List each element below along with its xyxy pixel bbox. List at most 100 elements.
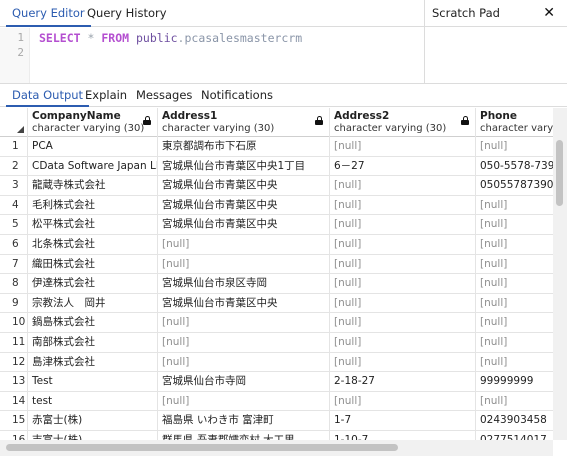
table-cell[interactable]: [null] [158, 391, 330, 412]
table-cell[interactable]: 0277514017 [476, 431, 553, 440]
table-cell[interactable]: 0243903458 [476, 411, 553, 431]
table-cell[interactable]: 宮城県仙台市泉区寺岡 [158, 274, 330, 294]
table-cell[interactable]: 織田株式会社 [28, 254, 158, 275]
table-cell[interactable]: 宮城県仙台市青葉区中央1丁目 [158, 156, 330, 177]
table-row[interactable]: 9 宗教法人 岡井 宮城県仙台市青葉区中央 [null] [null] [0, 293, 553, 314]
table-cell[interactable]: 赤富士(株) [28, 411, 158, 431]
table-cell[interactable]: [null] [330, 215, 476, 235]
vertical-scroll-thumb[interactable] [556, 140, 563, 206]
table-cell[interactable]: 鍋島株式会社 [28, 313, 158, 333]
table-cell[interactable]: [null] [476, 353, 553, 373]
table-cell[interactable]: [null] [330, 274, 476, 294]
column-header-address2[interactable]: Address2 character varying (30) [330, 108, 476, 137]
table-cell[interactable]: [null] [330, 352, 476, 373]
tab-notifications[interactable]: Notifications [195, 84, 279, 107]
table-cell[interactable]: [null] [330, 293, 476, 314]
table-cell[interactable]: PCA [28, 137, 158, 157]
row-number[interactable]: 1 [0, 137, 28, 157]
row-number-header[interactable] [0, 108, 28, 137]
table-cell[interactable]: [null] [476, 196, 553, 216]
table-cell[interactable]: 東京都調布市下石原 [158, 137, 330, 157]
table-cell[interactable]: [null] [158, 235, 330, 255]
table-cell[interactable]: 1-7 [330, 411, 476, 431]
table-cell[interactable]: [null] [158, 254, 330, 275]
table-cell[interactable]: [null] [476, 392, 553, 412]
table-cell[interactable]: [null] [330, 137, 476, 157]
table-cell[interactable]: [null] [330, 391, 476, 412]
table-cell[interactable]: [null] [330, 313, 476, 333]
table-cell[interactable]: 北条株式会社 [28, 235, 158, 255]
table-cell[interactable]: [null] [476, 215, 553, 235]
table-cell[interactable]: [null] [476, 313, 553, 333]
table-cell[interactable]: test [28, 391, 158, 412]
horizontal-scroll-thumb[interactable] [6, 444, 398, 451]
table-row[interactable]: 2 CData Software Japan LLC 宮城県仙台市青葉区中央1丁目 6… [0, 156, 553, 177]
table-row[interactable]: 3 龍蔵寺株式会社 宮城県仙台市青葉区中央 [null] 05055787390 [0, 176, 553, 196]
row-number[interactable]: 15 [0, 411, 28, 431]
table-cell[interactable]: 毛利株式会社 [28, 195, 158, 216]
table-cell[interactable]: Test [28, 372, 158, 392]
row-number[interactable]: 2 [0, 156, 28, 177]
table-row[interactable]: 10 鍋島株式会社 [null] [null] [null] [0, 313, 553, 333]
row-number[interactable]: 3 [0, 176, 28, 196]
table-cell[interactable]: [null] [330, 235, 476, 255]
table-cell[interactable]: [null] [158, 333, 330, 353]
tab-messages[interactable]: Messages [130, 84, 198, 107]
row-number[interactable]: 16 [0, 431, 28, 440]
tab-query-history[interactable]: Query History [82, 0, 172, 27]
table-row[interactable]: 6 北条株式会社 [null] [null] [null] [0, 235, 553, 255]
table-row[interactable]: 16 吉富士(株) 群馬県 吾妻郡嬬恋村 大工里 1-10-7 0277514017 [0, 431, 553, 440]
row-number[interactable]: 10 [0, 313, 28, 333]
table-cell[interactable]: 龍蔵寺株式会社 [28, 176, 158, 196]
table-cell[interactable]: [null] [330, 195, 476, 216]
table-row[interactable]: 13 Test 宮城県仙台市寺岡 2-18-27 99999999 [0, 372, 553, 392]
sql-editor[interactable]: 1 2 SELECT * FROM public.pcasalesmasterc… [0, 28, 424, 83]
table-cell[interactable]: 99999999 [476, 372, 553, 392]
table-cell[interactable]: 2-18-27 [330, 372, 476, 392]
column-header-phone[interactable]: Phone character varying (30) [476, 108, 553, 137]
table-cell[interactable]: 宮城県仙台市寺岡 [158, 372, 330, 392]
close-icon[interactable]: ✕ [543, 5, 555, 21]
table-cell[interactable]: 1-10-7 [330, 431, 476, 440]
table-row[interactable]: 8 伊達株式会社 宮城県仙台市泉区寺岡 [null] [null] [0, 274, 553, 294]
table-cell[interactable]: [null] [476, 274, 553, 294]
column-header-address1[interactable]: Address1 character varying (30) [158, 108, 330, 137]
row-number[interactable]: 11 [0, 333, 28, 353]
horizontal-scrollbar[interactable] [0, 440, 553, 456]
table-row[interactable]: 12 島津株式会社 [null] [null] [null] [0, 352, 553, 373]
table-cell[interactable]: 05055787390 [476, 176, 553, 196]
table-cell[interactable]: 宮城県仙台市青葉区中央 [158, 176, 330, 196]
table-cell[interactable]: 群馬県 吾妻郡嬬恋村 大工里 [158, 431, 330, 440]
table-cell[interactable]: CData Software Japan LLC [28, 156, 158, 177]
row-number[interactable]: 5 [0, 215, 28, 235]
table-cell[interactable]: 南部株式会社 [28, 333, 158, 353]
table-row[interactable]: 14 test [null] [null] [null] [0, 391, 553, 412]
table-cell[interactable]: 吉富士(株) [28, 431, 158, 440]
row-number[interactable]: 4 [0, 195, 28, 216]
table-row[interactable]: 4 毛利株式会社 宮城県仙台市青葉区中央 [null] [null] [0, 195, 553, 216]
row-number[interactable]: 13 [0, 372, 28, 392]
table-cell[interactable]: 松平株式会社 [28, 215, 158, 235]
table-row[interactable]: 1 PCA 東京都調布市下石原 [null] [null] [0, 137, 553, 157]
table-row[interactable]: 7 織田株式会社 [null] [null] [null] [0, 254, 553, 275]
table-row[interactable]: 5 松平株式会社 宮城県仙台市青葉区中央 [null] [null] [0, 215, 553, 235]
table-row[interactable]: 15 赤富士(株) 福島県 いわき市 富津町 1-7 0243903458 [0, 411, 553, 431]
table-row[interactable]: 11 南部株式会社 [null] [null] [null] [0, 333, 553, 353]
table-cell[interactable]: 宮城県仙台市青葉区中央 [158, 195, 330, 216]
table-cell[interactable]: [null] [330, 176, 476, 196]
table-cell[interactable]: 島津株式会社 [28, 352, 158, 373]
row-number[interactable]: 14 [0, 391, 28, 412]
row-number[interactable]: 7 [0, 254, 28, 275]
table-cell[interactable]: 宮城県仙台市青葉区中央 [158, 215, 330, 235]
row-number[interactable]: 6 [0, 235, 28, 255]
row-number[interactable]: 8 [0, 274, 28, 294]
table-cell[interactable]: 6－27 [330, 156, 476, 177]
table-cell[interactable]: [null] [476, 137, 553, 157]
table-cell[interactable]: 福島県 いわき市 富津町 [158, 411, 330, 431]
table-cell[interactable]: [null] [476, 235, 553, 255]
table-cell[interactable]: 宮城県仙台市青葉区中央 [158, 293, 330, 314]
tab-data-output[interactable]: Data Output [6, 84, 90, 107]
table-cell[interactable]: 宗教法人 岡井 [28, 293, 158, 314]
table-cell[interactable]: 050-5578-7390 [476, 157, 553, 177]
table-cell[interactable]: [null] [158, 313, 330, 333]
